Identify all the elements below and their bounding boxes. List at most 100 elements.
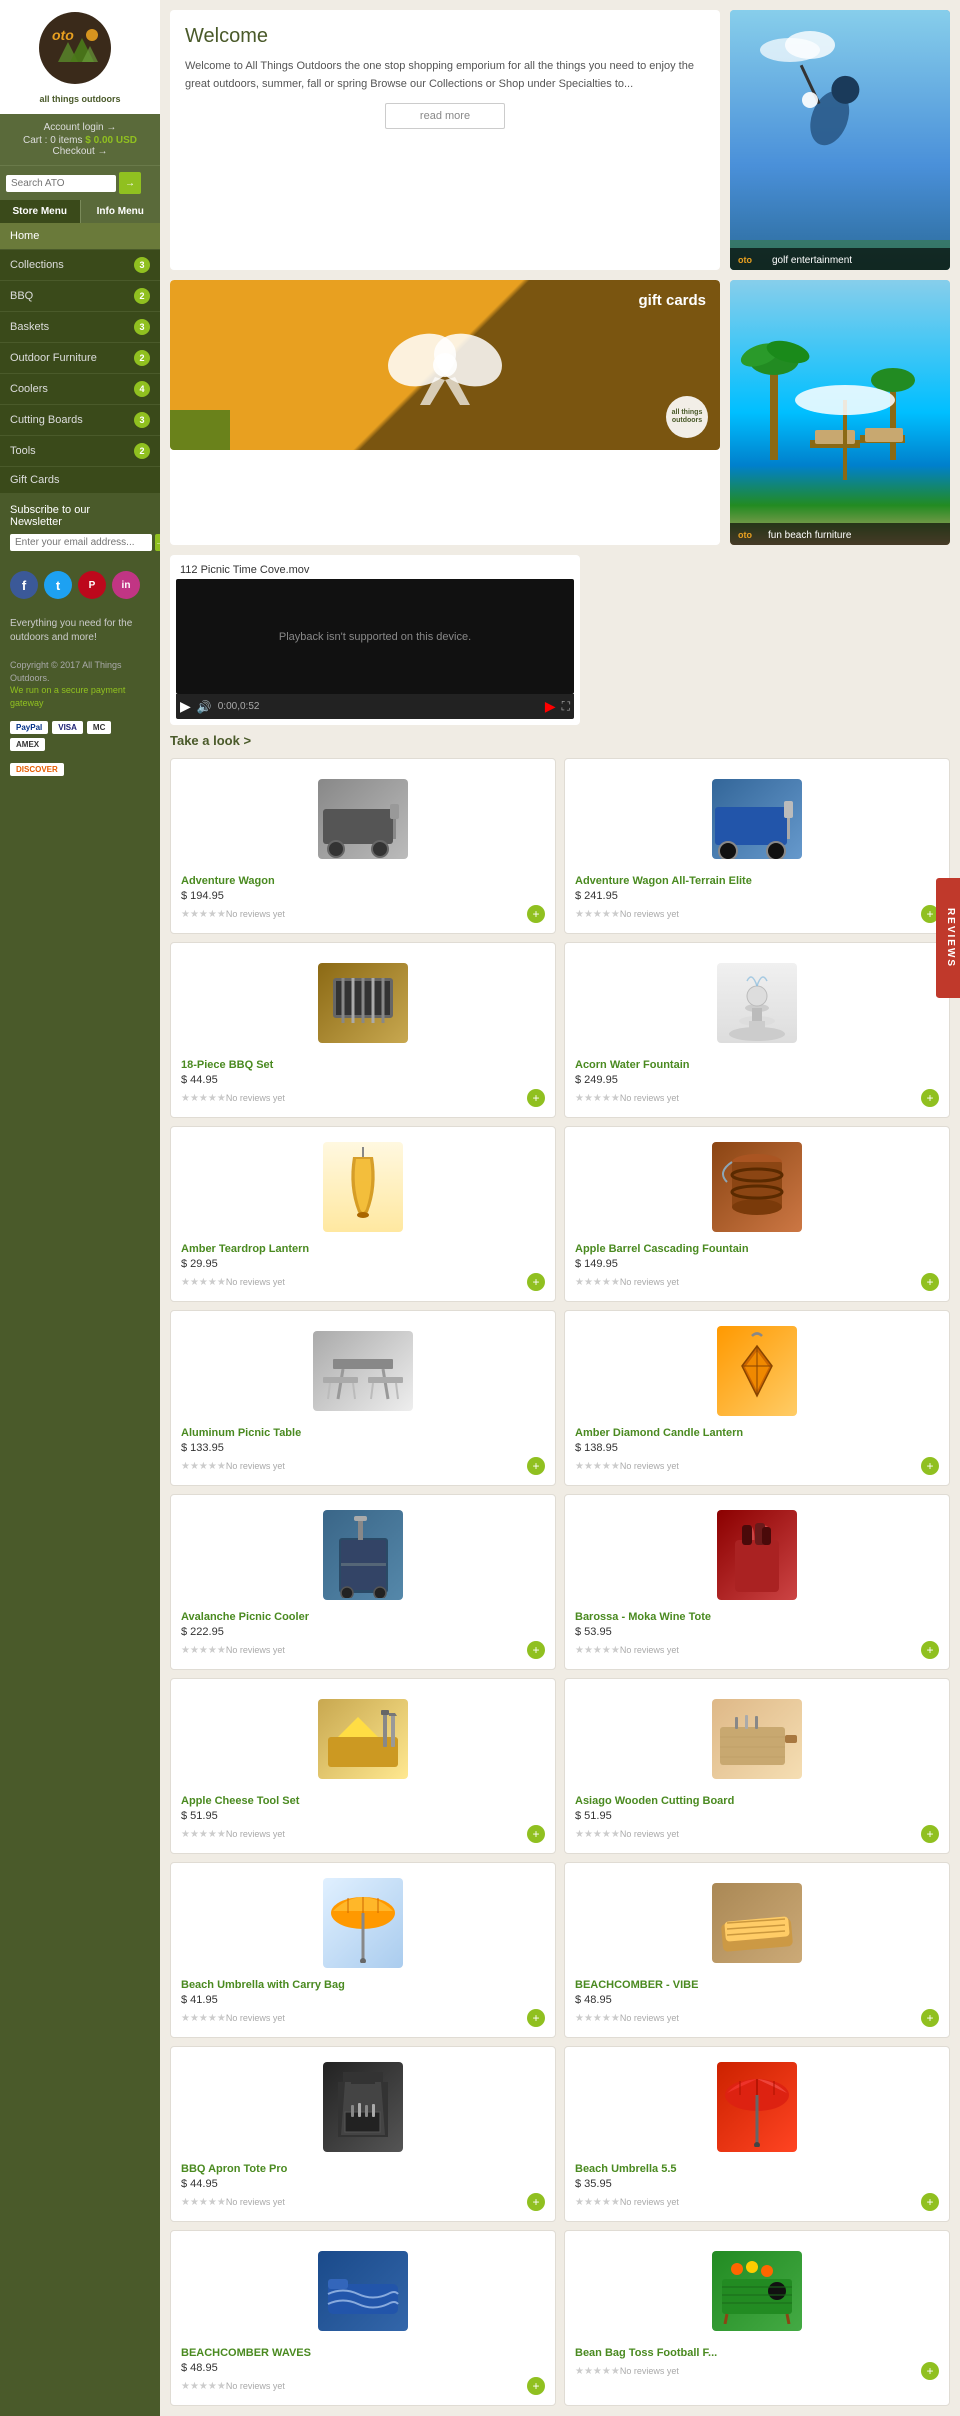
product-name[interactable]: Asiago Wooden Cutting Board (575, 1795, 939, 1807)
product-name[interactable]: Amber Diamond Candle Lantern (575, 1427, 939, 1439)
nav-item-baskets[interactable]: Baskets 3 (0, 312, 160, 343)
add-to-cart-button[interactable]: + (921, 1089, 939, 1107)
product-stars: ★★★★★ (181, 2013, 226, 2024)
product-footer: ★★★★★ No reviews yet + (575, 1457, 939, 1475)
product-name[interactable]: Beach Umbrella 5.5 (575, 2163, 939, 2175)
take-look-link[interactable]: Take a look > (170, 733, 251, 748)
nav-cutting-boards-label: Cutting Boards (10, 414, 83, 426)
product-image-area (181, 769, 545, 869)
add-to-cart-button[interactable]: + (527, 1825, 545, 1843)
nav-gift-cards-label: Gift Cards (10, 474, 60, 486)
cornhole-svg (717, 2259, 797, 2324)
read-more-button[interactable]: read more (385, 103, 505, 129)
nav-item-collections[interactable]: Collections 3 (0, 250, 160, 281)
product-card: BEACHCOMBER - VIBE $ 48.95 ★★★★★ No revi… (564, 1862, 950, 2038)
product-name[interactable]: Avalanche Picnic Cooler (181, 1611, 545, 1623)
no-reviews: No reviews yet (226, 2197, 285, 2207)
add-to-cart-button[interactable]: + (527, 2193, 545, 2211)
golf-image[interactable]: oto golf entertainment (730, 10, 950, 270)
product-stars: ★★★★★ (575, 1093, 620, 1104)
product-name[interactable]: Beach Umbrella with Carry Bag (181, 1979, 545, 1991)
product-image-area (575, 953, 939, 1053)
add-to-cart-button[interactable]: + (527, 2009, 545, 2027)
play-button[interactable]: ▶ (180, 698, 191, 715)
add-to-cart-button[interactable]: + (921, 2362, 939, 2380)
product-name[interactable]: BEACHCOMBER WAVES (181, 2347, 545, 2359)
nav-item-bbq[interactable]: BBQ 2 (0, 281, 160, 312)
fullscreen-icon[interactable]: ⛶ (562, 699, 570, 714)
search-input[interactable] (6, 175, 116, 192)
account-login[interactable]: Account login → (8, 122, 152, 133)
product-name[interactable]: BEACHCOMBER - VIBE (575, 1979, 939, 1991)
add-to-cart-button[interactable]: + (527, 905, 545, 923)
product-footer: ★★★★★ No reviews yet + (181, 1089, 545, 1107)
nav-item-gift-cards[interactable]: Gift Cards (0, 467, 160, 494)
product-name[interactable]: Apple Barrel Cascading Fountain (575, 1243, 939, 1255)
add-to-cart-button[interactable]: + (921, 1825, 939, 1843)
product-footer: ★★★★★ No reviews yet + (181, 1273, 545, 1291)
pinterest-icon[interactable]: P (78, 571, 106, 599)
product-footer: ★★★★★ No reviews yet + (181, 1641, 545, 1659)
no-reviews: No reviews yet (226, 2381, 285, 2391)
product-image-area (181, 1137, 545, 1237)
nav-item-home[interactable]: Home (0, 223, 160, 250)
newsletter-input[interactable] (10, 534, 152, 551)
add-to-cart-button[interactable]: + (921, 2009, 939, 2027)
product-stars: ★★★★★ (181, 909, 226, 920)
add-to-cart-button[interactable]: + (921, 2193, 939, 2211)
product-stars: ★★★★★ (575, 2366, 620, 2377)
beach-image[interactable]: oto fun beach furniture (730, 280, 950, 545)
info-menu-tab[interactable]: Info Menu (81, 200, 161, 223)
add-to-cart-button[interactable]: + (921, 1641, 939, 1659)
product-name[interactable]: 18-Piece BBQ Set (181, 1059, 545, 1071)
search-button[interactable]: → (119, 172, 141, 194)
youtube-icon[interactable]: ▶ (545, 698, 556, 715)
checkout-link[interactable]: Checkout → (8, 146, 152, 157)
payment-icons: PayPal VISA MC AMEX (0, 715, 160, 757)
product-name[interactable]: Adventure Wagon (181, 875, 545, 887)
nav-item-coolers[interactable]: Coolers 4 (0, 374, 160, 405)
instagram-icon[interactable]: in (112, 571, 140, 599)
product-name[interactable]: Bean Bag Toss Football F... (575, 2347, 939, 2359)
product-name[interactable]: Adventure Wagon All-Terrain Elite (575, 875, 939, 887)
product-stars: ★★★★★ (181, 1829, 226, 1840)
add-to-cart-button[interactable]: + (527, 1457, 545, 1475)
product-name[interactable]: Apple Cheese Tool Set (181, 1795, 545, 1807)
product-stars: ★★★★★ (181, 1277, 226, 1288)
gift-cards-box[interactable]: gift cards all t (170, 280, 720, 545)
product-price: $ 51.95 (181, 1810, 545, 1822)
add-to-cart-button[interactable]: + (921, 1457, 939, 1475)
product-image-area (575, 1873, 939, 1973)
product-name[interactable]: Amber Teardrop Lantern (181, 1243, 545, 1255)
nav-item-cutting-boards[interactable]: Cutting Boards 3 (0, 405, 160, 436)
svg-text:oto: oto (52, 27, 74, 43)
product-price: $ 51.95 (575, 1810, 939, 1822)
nav-baskets-label: Baskets (10, 321, 49, 333)
facebook-icon[interactable]: f (10, 571, 38, 599)
volume-icon[interactable]: 🔊 (197, 700, 212, 714)
product-card: Apple Barrel Cascading Fountain $ 149.95… (564, 1126, 950, 1302)
newsletter-area: Subscribe to our Newsletter → (0, 494, 160, 561)
product-stars: ★★★★★ (575, 1645, 620, 1656)
logo-svg: oto (20, 10, 140, 90)
product-name[interactable]: Aluminum Picnic Table (181, 1427, 545, 1439)
cooler-svg (331, 1513, 396, 1598)
nav-cutting-boards-badge: 3 (134, 412, 150, 428)
add-to-cart-button[interactable]: + (527, 2377, 545, 2395)
no-reviews: No reviews yet (226, 1829, 285, 1839)
add-to-cart-button[interactable]: + (527, 1273, 545, 1291)
product-name[interactable]: Barossa - Moka Wine Tote (575, 1611, 939, 1623)
reviews-tab[interactable]: REVIEWS (936, 877, 960, 997)
product-stars: ★★★★★ (575, 909, 620, 920)
product-name[interactable]: Acorn Water Fountain (575, 1059, 939, 1071)
twitter-icon[interactable]: t (44, 571, 72, 599)
add-to-cart-button[interactable]: + (527, 1641, 545, 1659)
product-name[interactable]: BBQ Apron Tote Pro (181, 2163, 545, 2175)
add-to-cart-button[interactable]: + (527, 1089, 545, 1107)
nav-item-outdoor-furniture[interactable]: Outdoor Furniture 2 (0, 343, 160, 374)
nav-item-tools[interactable]: Tools 2 (0, 436, 160, 467)
store-menu-tab[interactable]: Store Menu (0, 200, 80, 223)
payment-gateway-link[interactable]: We run on a secure payment gateway (10, 685, 125, 708)
add-to-cart-button[interactable]: + (921, 1273, 939, 1291)
product-card: Apple Cheese Tool Set $ 51.95 ★★★★★ No r… (170, 1678, 556, 1854)
